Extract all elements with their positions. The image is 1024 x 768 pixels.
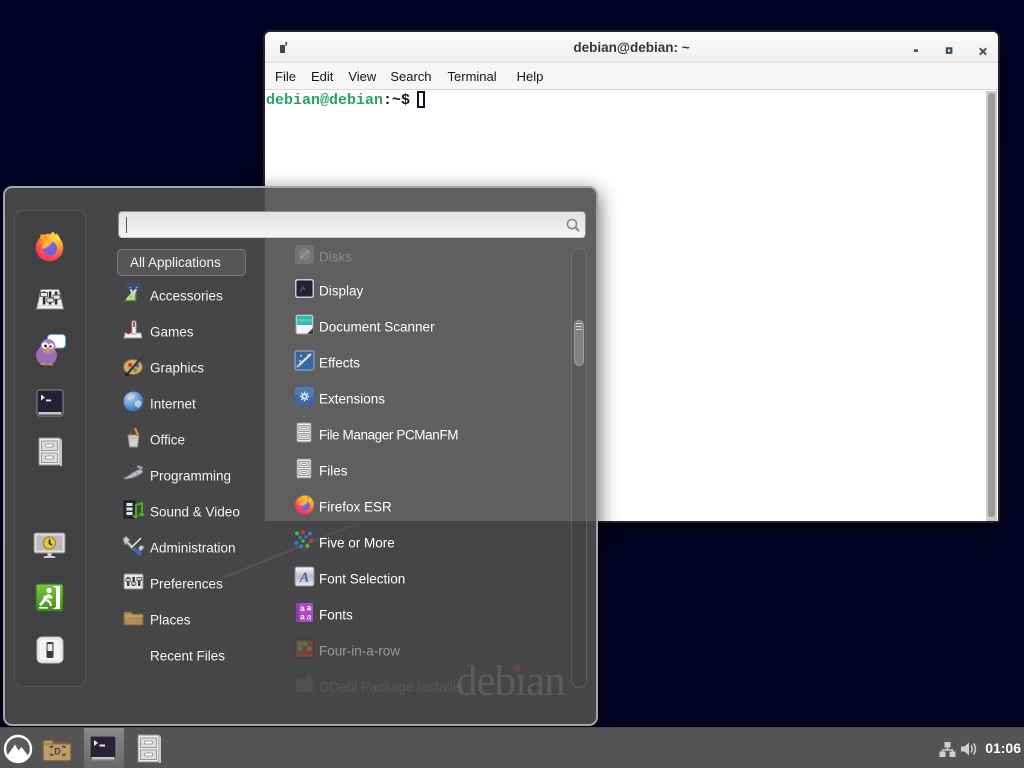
svg-text:A: A — [299, 571, 309, 586]
svg-text:a: a — [300, 613, 305, 622]
svg-text:a: a — [307, 604, 312, 613]
svg-text:D: D — [54, 747, 61, 757]
svg-text:a: a — [307, 613, 312, 622]
